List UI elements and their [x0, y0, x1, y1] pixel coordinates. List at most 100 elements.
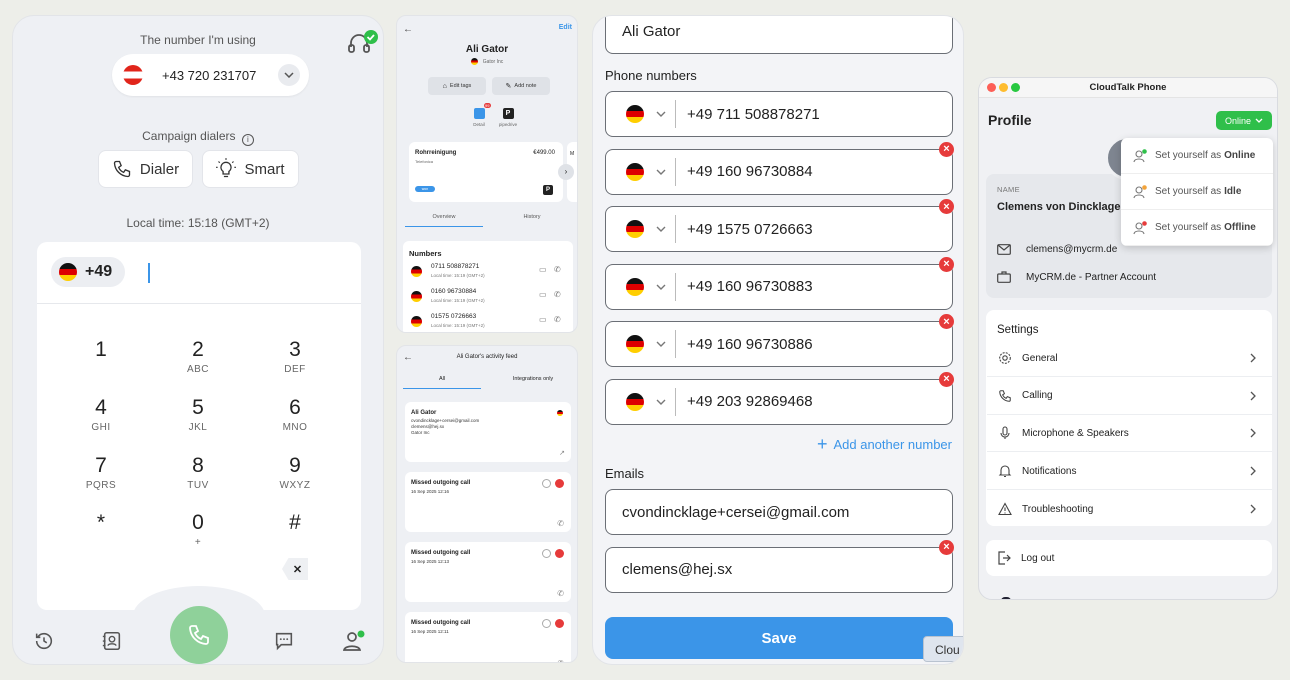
add-note-button[interactable]: ✎ Add note — [492, 77, 550, 95]
maximize-window-icon[interactable] — [1011, 83, 1020, 92]
backspace-button[interactable]: ✕ — [282, 558, 308, 580]
lightbulb-icon — [216, 158, 237, 178]
number-input-cursor[interactable] — [148, 263, 150, 283]
save-button[interactable]: Save — [605, 617, 953, 659]
chat-icon[interactable] — [273, 630, 295, 652]
logout-row[interactable]: Log out — [986, 540, 1272, 576]
deal-card[interactable]: Rohrreinigung Telefonica €499.00 won P — [409, 142, 563, 202]
country-selector[interactable] — [606, 272, 676, 301]
phone-icon[interactable]: ✆ — [554, 265, 561, 274]
settings-general[interactable]: General — [987, 340, 1272, 377]
key-1[interactable]: 1 — [61, 338, 141, 364]
phone-icon[interactable]: ✆ — [554, 290, 561, 299]
phone-icon[interactable]: ✆ — [557, 519, 564, 528]
key-4[interactable]: 4 GHI — [61, 396, 141, 433]
key-hash[interactable]: # — [255, 511, 335, 537]
key-star[interactable]: * — [61, 511, 141, 537]
call-date: 16 Sep 2025 12:16 — [411, 489, 450, 494]
status-button[interactable]: Online — [1216, 111, 1272, 130]
info-icon[interactable]: i — [241, 134, 254, 146]
key-9[interactable]: 9 WXYZ — [255, 454, 335, 491]
country-selector[interactable] — [606, 330, 676, 358]
minimize-window-icon[interactable] — [999, 83, 1008, 92]
key-7[interactable]: 7 PQRS — [61, 454, 141, 491]
edit-link[interactable]: Edit — [559, 24, 572, 31]
contacts-icon[interactable] — [101, 630, 123, 652]
phone-field[interactable]: +49 711 508878271 — [605, 91, 953, 137]
user-status-icon — [1133, 148, 1147, 163]
sms-icon[interactable]: ▭ — [539, 265, 547, 274]
phone-value: +49 160 96730883 — [687, 278, 813, 295]
call-feed-card[interactable]: Missed outgoing call 16 Sep 2025 12:11 ✆ — [405, 612, 571, 662]
back-arrow-icon[interactable]: ← — [403, 24, 413, 35]
smart-button[interactable]: Smart — [202, 150, 299, 188]
country-selector[interactable] — [606, 215, 676, 243]
edit-tags-button[interactable]: ⌂ Edit tags — [428, 77, 486, 95]
remove-icon[interactable]: × — [939, 199, 954, 214]
settings-troubleshooting[interactable]: Troubleshooting — [987, 491, 1272, 528]
detail-integration[interactable]: 99 Detail — [469, 103, 491, 127]
headset-icon[interactable] — [347, 30, 379, 58]
dialer-button[interactable]: Dialer — [98, 150, 193, 188]
phone-icon[interactable]: ✆ — [557, 659, 564, 662]
settings-calling[interactable]: Calling — [987, 378, 1272, 415]
name-field[interactable]: Ali Gator — [605, 16, 953, 54]
status-option-online[interactable]: Set yourself as Online — [1121, 138, 1273, 174]
status-circle-icon — [542, 619, 551, 628]
phone-field[interactable]: +49 160 96730884 × — [605, 141, 954, 195]
tab-overview[interactable]: Overview — [405, 214, 483, 227]
sms-icon[interactable]: ▭ — [539, 315, 547, 324]
contact-feed-card[interactable]: Ali Gator cvondincklage+cersei@gmail.com… — [405, 402, 571, 462]
status-dropdown: Set yourself as Online Set yourself as Idle… — [1121, 138, 1273, 246]
tab-history[interactable]: History — [493, 214, 571, 220]
number-row[interactable]: 01575 0726663 Local time: 15:19 (GMT+2) ▭ ✆ — [409, 313, 567, 332]
pipedrive-integration[interactable]: P pipedrive — [497, 108, 519, 127]
key-6[interactable]: 6 MNO — [255, 396, 335, 433]
status-option-idle[interactable]: Set yourself as Idle — [1121, 174, 1273, 210]
history-icon[interactable] — [33, 630, 55, 652]
key-8[interactable]: 8 TUV — [158, 454, 238, 491]
key-2[interactable]: 2 ABC — [158, 338, 238, 375]
call-feed-card[interactable]: Missed outgoing call 16 Sep 2025 12:16 ✆ — [405, 472, 571, 532]
email-field[interactable]: cvondincklage+cersei@gmail.com — [605, 489, 953, 535]
tab-all[interactable]: All — [403, 376, 481, 389]
number-row[interactable]: 0711 508878271 Local time: 15:19 (GMT+2) ▭… — [409, 263, 567, 285]
call-feed-card[interactable]: Missed outgoing call 16 Sep 2025 12:13 ✆ — [405, 542, 571, 602]
close-window-icon[interactable] — [987, 83, 996, 92]
settings-title: Settings — [997, 324, 1039, 336]
remove-icon[interactable]: × — [939, 314, 954, 329]
phone-field[interactable]: +49 160 96730883 × — [605, 256, 954, 310]
country-code-chip[interactable]: +49 — [51, 257, 125, 287]
phone-icon[interactable]: ✆ — [554, 315, 561, 324]
remove-icon[interactable]: × — [939, 141, 954, 157]
country-selector[interactable] — [606, 157, 676, 186]
settings-notifications[interactable]: Notifications — [987, 453, 1272, 491]
sms-icon[interactable]: ▭ — [539, 290, 547, 299]
add-number-link[interactable]: + Add another number — [817, 435, 952, 453]
logout-icon — [986, 551, 1021, 565]
email-field[interactable]: clemens@hej.sx × — [605, 539, 954, 593]
phone-icon[interactable]: ✆ — [557, 589, 564, 598]
next-arrow-icon[interactable]: › — [558, 164, 574, 180]
chevron-down-icon[interactable] — [278, 64, 300, 86]
call-button[interactable] — [170, 606, 228, 664]
phone-value: +49 1575 0726663 — [687, 220, 813, 238]
status-option-offline[interactable]: Set yourself as Offline — [1121, 210, 1273, 246]
country-selector[interactable] — [606, 100, 676, 128]
tab-integrations[interactable]: Integrations only — [493, 376, 573, 382]
phone-field[interactable]: +49 1575 0726663 × — [605, 199, 954, 252]
number-selector[interactable]: +43 720 231707 — [112, 54, 309, 96]
profile-icon[interactable] — [341, 630, 365, 652]
key-3[interactable]: 3 DEF — [255, 338, 335, 375]
phone-field[interactable]: +49 203 92869468 × — [605, 371, 954, 425]
key-5[interactable]: 5 JKL — [158, 396, 238, 433]
settings-microphone-speakers[interactable]: Microphone & Speakers — [987, 415, 1272, 453]
country-selector[interactable] — [606, 387, 676, 416]
number-row[interactable]: 0160 96730884 Local time: 15:19 (GMT+2) ▭ ✆ — [409, 288, 567, 310]
remove-icon[interactable]: × — [939, 539, 954, 555]
phone-field[interactable]: +49 160 96730886 × — [605, 314, 954, 367]
remove-icon[interactable]: × — [939, 256, 954, 272]
key-0[interactable]: 0 + — [158, 511, 238, 548]
external-link-icon[interactable]: ↗ — [559, 449, 565, 457]
remove-icon[interactable]: × — [939, 371, 954, 387]
